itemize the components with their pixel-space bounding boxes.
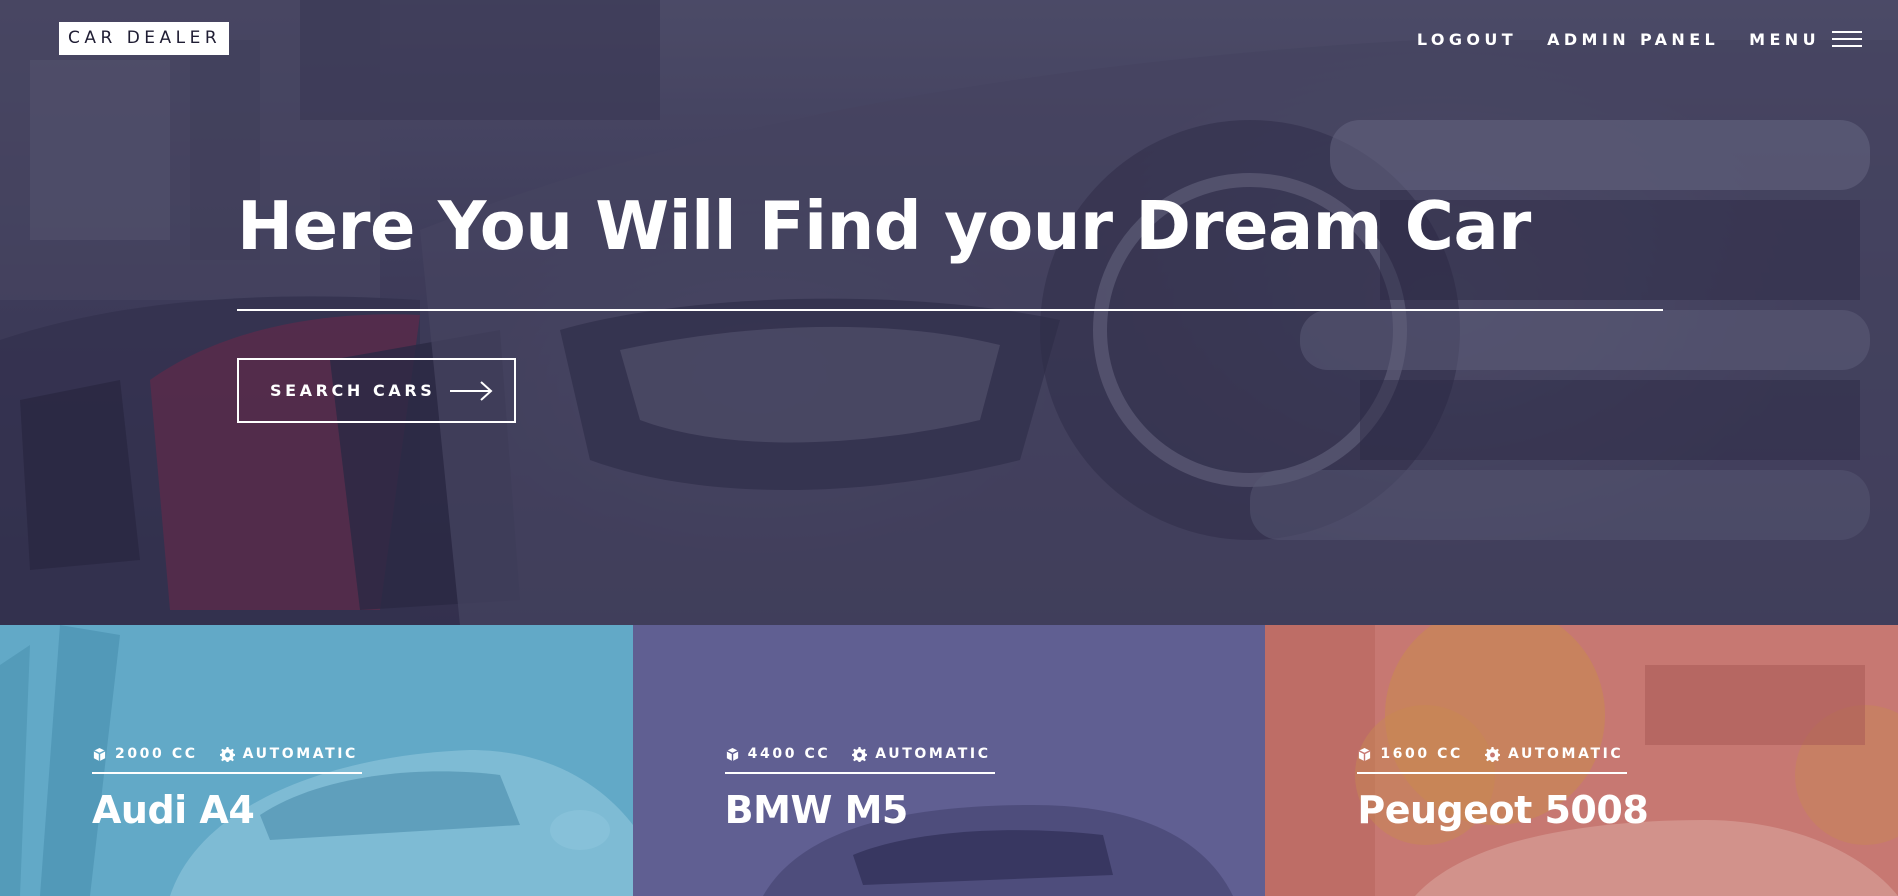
logout-link[interactable]: LOGOUT — [1417, 30, 1517, 49]
cube-icon — [726, 747, 739, 761]
top-nav: LOGOUT ADMIN PANEL MENU — [1417, 26, 1862, 52]
featured-cars: 2000 CC AUTOMATIC Audi A4 4400 CC AUTOMA… — [0, 625, 1898, 896]
hero-title: Here You Will Find your Dream Car — [237, 187, 1531, 265]
engine-spec: 4400 CC — [725, 746, 831, 762]
car-card-bmw-m5[interactable]: 4400 CC AUTOMATIC BMW M5 — [632, 625, 1266, 896]
cube-icon — [1358, 747, 1371, 761]
site-logo[interactable]: CAR DEALER — [59, 22, 230, 55]
car-specs: 1600 CC AUTOMATIC — [1357, 744, 1623, 764]
admin-panel-link[interactable]: ADMIN PANEL — [1547, 30, 1719, 49]
card-divider — [724, 772, 995, 774]
search-cars-button[interactable]: SEARCH CARS — [237, 358, 516, 423]
hero-overlay — [0, 0, 1898, 625]
card-divider — [92, 772, 362, 774]
menu-button[interactable]: MENU — [1749, 30, 1862, 49]
engine-spec: 2000 CC — [92, 746, 198, 762]
gear-icon — [1484, 746, 1500, 762]
gear-icon — [219, 746, 235, 762]
hero-section: CAR DEALER LOGOUT ADMIN PANEL MENU Here … — [0, 0, 1898, 625]
engine-capacity: 4400 CC — [747, 746, 831, 762]
search-cars-label: SEARCH CARS — [270, 381, 436, 400]
car-card-peugeot-5008[interactable]: 1600 CC AUTOMATIC Peugeot 5008 — [1265, 625, 1898, 896]
engine-capacity: 1600 CC — [1380, 746, 1463, 762]
car-name: BMW M5 — [724, 788, 909, 832]
transmission-spec: AUTOMATIC — [1484, 746, 1624, 762]
engine-spec: 1600 CC — [1357, 746, 1463, 762]
cube-icon — [93, 747, 106, 761]
hamburger-icon — [1832, 31, 1862, 47]
engine-capacity: 2000 CC — [115, 746, 198, 762]
car-card-audi-a4[interactable]: 2000 CC AUTOMATIC Audi A4 — [0, 625, 633, 896]
hero-divider — [237, 309, 1663, 311]
arrow-right-icon — [450, 380, 493, 401]
car-name: Peugeot 5008 — [1357, 788, 1649, 832]
transmission-type: AUTOMATIC — [875, 746, 991, 762]
menu-label: MENU — [1749, 29, 1820, 49]
card-divider — [1357, 772, 1628, 774]
car-specs: 4400 CC AUTOMATIC — [725, 744, 991, 764]
transmission-type: AUTOMATIC — [242, 746, 358, 762]
car-name: Audi A4 — [92, 788, 255, 832]
transmission-spec: AUTOMATIC — [852, 746, 990, 762]
gear-icon — [852, 746, 868, 762]
car-specs: 2000 CC AUTOMATIC — [92, 744, 358, 764]
transmission-spec: AUTOMATIC — [219, 746, 358, 762]
transmission-type: AUTOMATIC — [1507, 746, 1624, 762]
